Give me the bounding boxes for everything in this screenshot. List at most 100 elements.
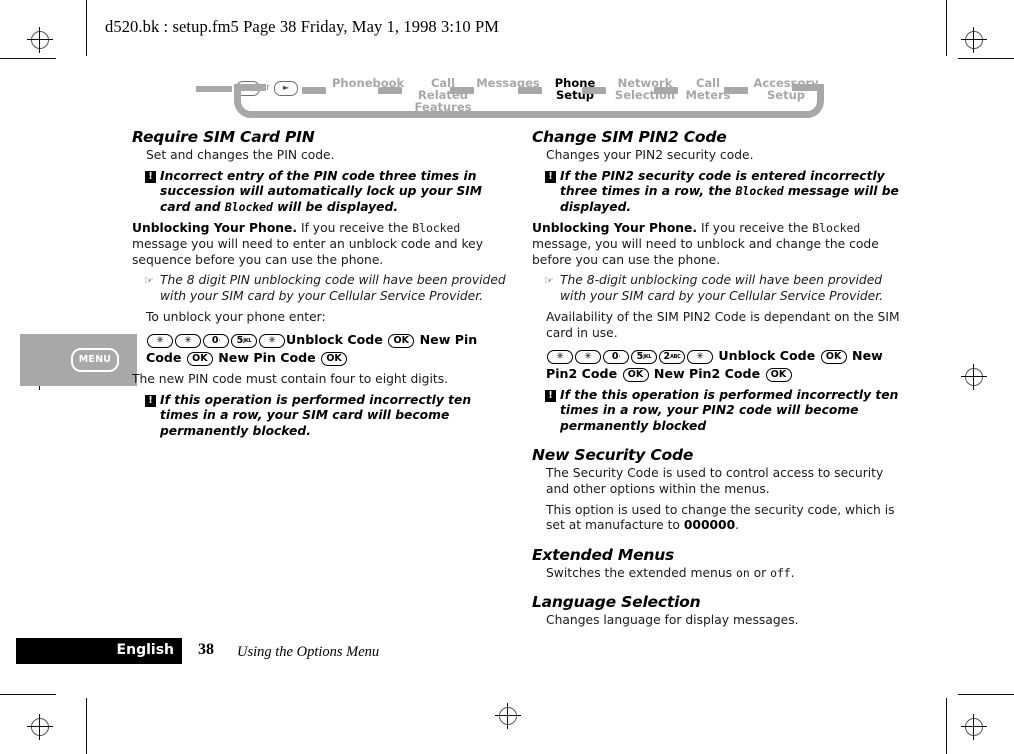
menu-path-navigation: ◄ or ► Phonebook Call Related Features M… (196, 72, 836, 120)
ext-value-on: on (735, 565, 750, 580)
key-ok-1[interactable]: OK (388, 333, 415, 348)
left-intro-text: Set and changes the PIN code. (146, 148, 335, 162)
trim-line-right-vertical (946, 0, 947, 56)
key-ok-1[interactable]: OK (820, 349, 847, 364)
key-0[interactable]: 0· (603, 349, 629, 364)
trim-line-left-vertical (86, 0, 87, 56)
nav-item-accessory-setup[interactable]: Accessory Setup (748, 77, 824, 101)
footer-section-title: Using the Options Menu (237, 644, 380, 660)
key-star-2[interactable]: ✳ (175, 333, 201, 348)
nav-separator-3 (518, 87, 542, 94)
nav-separator-2 (450, 87, 474, 94)
unblock-text-b: message you will need to enter an unbloc… (132, 236, 483, 267)
trim-line-bottom-left-horizontal (0, 694, 56, 695)
unblock-mono-blocked: Blocked (812, 221, 861, 236)
nav-separator-1 (378, 87, 402, 94)
trim-line-left-vertical-bottom (86, 698, 87, 754)
unblock-text-a: If you receive the (297, 221, 413, 236)
menu-key-icon[interactable]: MENU (71, 348, 119, 372)
ext-text-mid: or (749, 565, 771, 580)
right-availability-text: Availability of the SIM PIN2 Code is dep… (546, 310, 900, 340)
key-ok-3[interactable]: OK (765, 367, 792, 382)
warning-note-pin2-lockout: ! If the PIN2 security code is entered i… (532, 169, 910, 216)
left-column: Require SIM Card PIN Set and changes the… (132, 128, 510, 445)
ext-text-a: Switches the extended menus (546, 565, 736, 580)
heading-language-selection: Language Selection (532, 593, 701, 612)
heading-require-sim-card-pin: Require SIM Card PIN (132, 128, 315, 146)
left-digits-note: The new PIN code must contain four to ei… (132, 371, 449, 386)
seq-text-new-pin2-code-2: New Pin2 Code (653, 365, 761, 381)
left-unblocking-paragraph: Unblocking Your Phone. If you receive th… (132, 221, 510, 268)
unblock-text-a: If you receive the (697, 221, 813, 236)
tip-note-pin-unblocking-code: ☞ The 8 digit PIN unblocking code will h… (132, 273, 510, 304)
trim-line-bottom-right-horizontal (958, 694, 1014, 695)
key-ok-2[interactable]: OK (186, 351, 213, 366)
registration-mark-top-right (961, 27, 987, 53)
pointing-hand-icon: ☞ (544, 274, 554, 288)
ext-value-off: off (770, 565, 791, 580)
nav-track-cap-left (234, 84, 266, 91)
left-to-unblock-text: To unblock your phone enter: (146, 310, 326, 325)
running-header: d520.bk : setup.fm5 Page 38 Friday, May … (105, 17, 499, 36)
pointing-hand-icon: ☞ (144, 274, 154, 288)
registration-mark-bottom-left (27, 714, 53, 740)
key-5[interactable]: 5JKL (631, 349, 657, 364)
footer-page-number: 38 (198, 641, 214, 658)
nav-separator-0 (302, 87, 326, 94)
seq-text-unblock-code: Unblock Code (718, 347, 816, 363)
warning-note-pin2-permanent-block: ! If the this operation is performed inc… (532, 388, 910, 435)
language-selection-paragraph: Changes language for display messages. (546, 613, 799, 628)
trim-line-top-left-horizontal (0, 58, 56, 59)
key-star-2[interactable]: ✳ (575, 349, 601, 364)
registration-mark-bottom-center (495, 703, 521, 729)
seq-text-new-pin-code-2: New Pin Code (218, 349, 316, 365)
unblock-mono-blocked: Blocked (412, 221, 461, 236)
unblock-text-b: message, you will need to unblock and ch… (532, 236, 879, 267)
trim-line-top-right-horizontal (958, 58, 1014, 59)
security-code-paragraph-1: The Security Code is used to control acc… (546, 466, 884, 496)
right-intro-text: Changes your PIN2 security code. (546, 148, 754, 162)
warn-mono-blocked: Blocked (735, 184, 784, 199)
warning-note-pin-lockout: ! Incorrect entry of the PIN code three … (132, 169, 510, 216)
key-ok-3[interactable]: OK (321, 351, 348, 366)
key-star-3[interactable]: ✳ (259, 333, 285, 348)
nav-item-call-related-features[interactable]: Call Related Features (406, 77, 480, 113)
key-5[interactable]: 5JKL (231, 333, 257, 348)
key-2[interactable]: 2ABC (659, 349, 685, 364)
warning-icon: ! (545, 389, 556, 402)
heading-new-security-code: New Security Code (532, 446, 694, 465)
trim-line-right-vertical-bottom (946, 698, 947, 754)
ext-text-b: . (790, 565, 795, 580)
sec-text-b: . (735, 518, 740, 533)
nav-lead-bar (196, 86, 232, 92)
key-star-1[interactable]: ✳ (547, 349, 573, 364)
warning-note-permanent-block: ! If this operation is performed incorre… (132, 393, 510, 440)
warning-icon: ! (145, 394, 156, 407)
security-code-paragraph-2: This option is used to change the securi… (532, 503, 910, 534)
warn2-text: If this operation is performed incorrect… (160, 392, 472, 438)
key-ok-2[interactable]: OK (622, 367, 649, 382)
key-0[interactable]: 0· (203, 333, 229, 348)
unblock-lead-label: Unblocking Your Phone. (132, 221, 298, 236)
key-sequence-pin2-unblock: ✳ ✳ 0· 5JKL 2ABC ✳ Unblock Code OK New Pin2 C… (532, 347, 910, 383)
tip-note-unblocking-code: ☞ The 8-digit unblocking code will have … (532, 273, 910, 304)
tip-text: The 8 digit PIN unblocking code will hav… (160, 273, 506, 303)
heading-extended-menus: Extended Menus (532, 545, 675, 564)
warning-icon: ! (545, 170, 556, 183)
warn-text-b: will be displayed. (272, 199, 398, 214)
nav-separator-5 (654, 87, 678, 94)
warn2-text: If the this operation is performed incor… (560, 387, 899, 433)
warning-icon: ! (145, 170, 156, 183)
registration-mark-right-middle (961, 364, 987, 390)
footer-language-bar: English (16, 638, 182, 664)
heading-change-sim-pin2-code: Change SIM PIN2 Code (532, 128, 727, 146)
right-unblocking-paragraph: Unblocking Your Phone. If you receive th… (532, 221, 910, 268)
nav-separator-4 (582, 87, 606, 94)
default-security-code: 000000 (683, 518, 736, 533)
footer-language-label: English (116, 642, 174, 658)
key-star-1[interactable]: ✳ (147, 333, 173, 348)
registration-mark-top-left (27, 27, 53, 53)
key-star-3[interactable]: ✳ (687, 349, 713, 364)
unblock-lead-label: Unblocking Your Phone. (532, 221, 698, 236)
nav-separator-6 (724, 87, 748, 94)
